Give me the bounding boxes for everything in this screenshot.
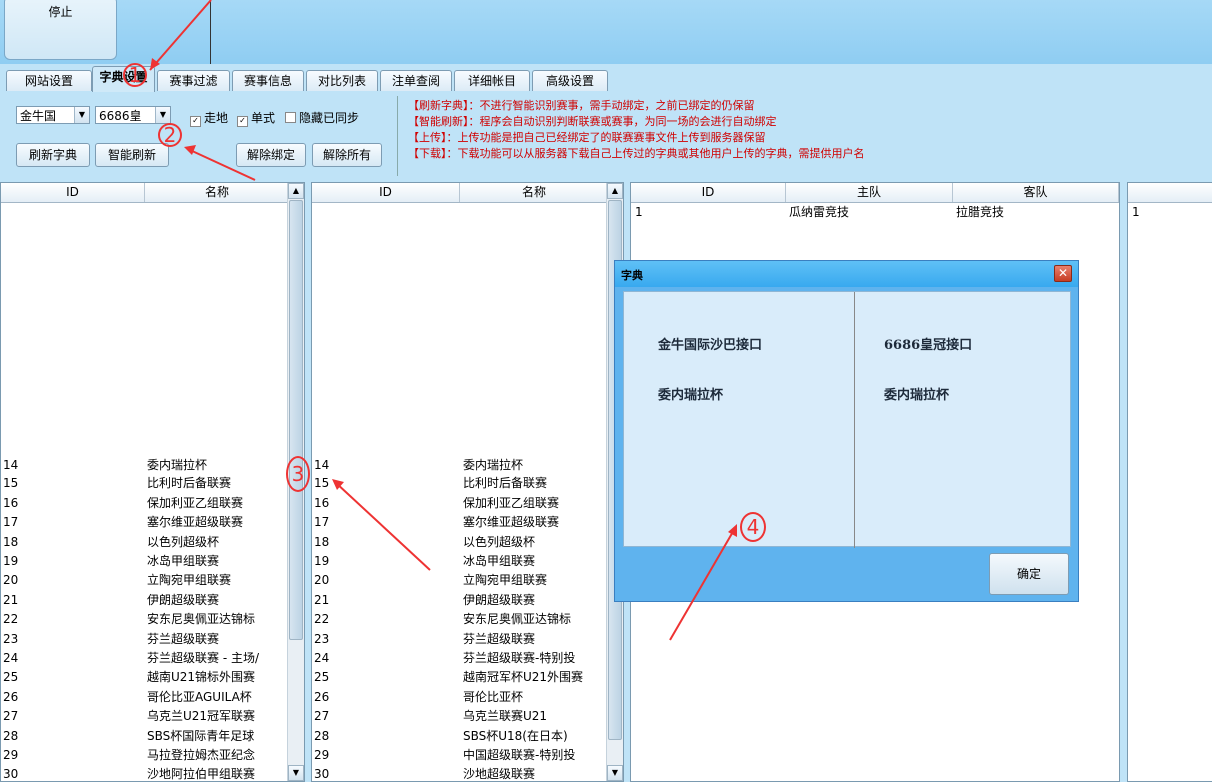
annotation-arrow [189, 149, 256, 181]
annotation-arrow [149, 0, 212, 71]
annotation-marker-3: 3 [286, 456, 310, 492]
arrow-head-icon [728, 524, 737, 537]
annotation-overlay [149, 0, 737, 641]
arrow-head-icon [184, 145, 196, 155]
annotation-marker-4: 4 [740, 512, 766, 542]
annotation-marker-2: 2 [158, 123, 182, 147]
annotation-arrow [334, 481, 431, 571]
annotation-marker-1: 1 [123, 63, 147, 87]
annotation-arrow [669, 529, 735, 641]
